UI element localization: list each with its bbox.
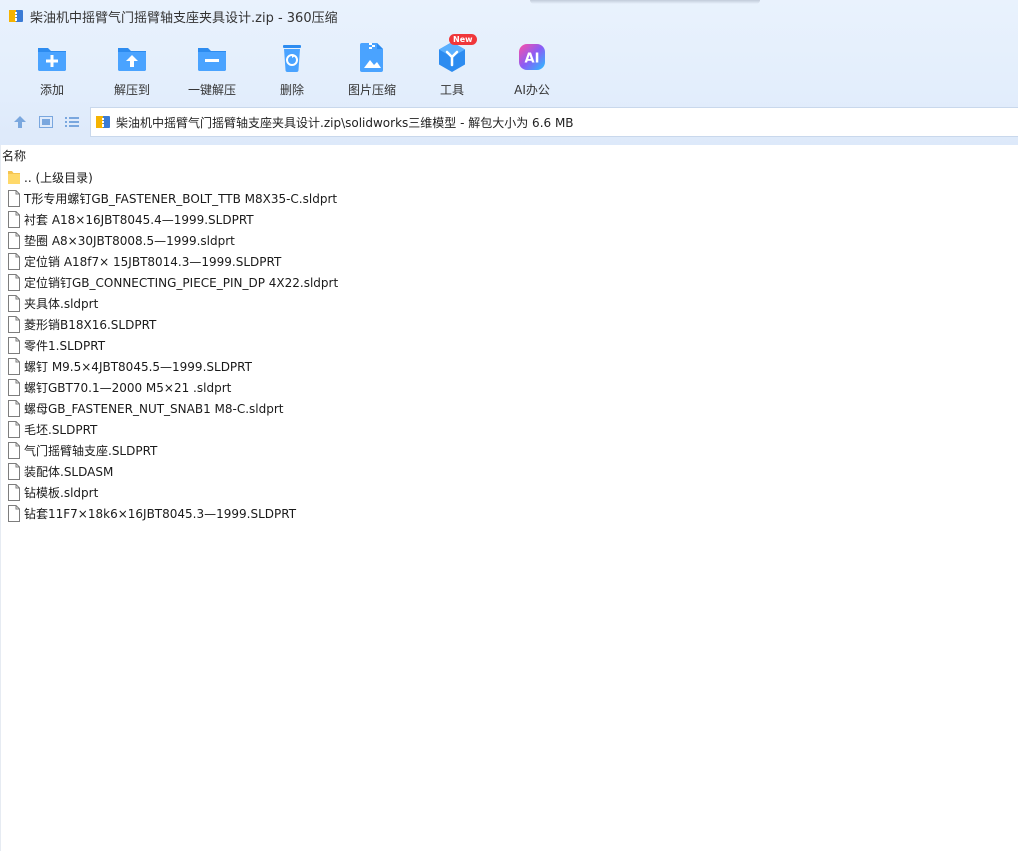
thumbnail-view-icon — [39, 116, 53, 128]
up-level-button[interactable] — [11, 113, 29, 131]
file-name: 衬套 A18×16JBT8045.4—1999.SLDPRT — [24, 213, 254, 227]
tools-icon — [439, 42, 465, 72]
file-row[interactable]: 气门摇臂轴支座.SLDPRT — [7, 440, 1017, 461]
list-view-button[interactable] — [63, 113, 81, 131]
extract-to-label: 解压到 — [113, 83, 150, 97]
file-row[interactable]: 定位销钉GB_CONNECTING_PIECE_PIN_DP 4X22.sldp… — [7, 272, 1017, 293]
file-icon — [8, 421, 20, 438]
file-name: 毛坯.SLDPRT — [24, 423, 98, 437]
thumbnail-view-button[interactable] — [37, 113, 55, 131]
delete-icon — [283, 45, 301, 72]
file-list-area: 名称 .. (上级目录) T形专用螺钉GB_FASTENER_BOLT_TTB M… — [0, 145, 1018, 851]
file-list: .. (上级目录) T形专用螺钉GB_FASTENER_BOLT_TTB M8X3… — [7, 167, 1017, 524]
toolbar: 添加 解压到 一键解压 删除 图片压缩 New 工具 AI AI办公 — [12, 34, 572, 98]
file-row[interactable]: 夹具体.sldprt — [7, 293, 1017, 314]
file-icon — [8, 337, 20, 354]
file-icon — [8, 295, 20, 312]
address-bar[interactable]: 柴油机中摇臂气门摇臂轴支座夹具设计.zip\solidworks三维模型 - 解… — [90, 107, 1018, 137]
parent-directory-row[interactable]: .. (上级目录) — [7, 167, 1017, 188]
archive-path: 柴油机中摇臂气门摇臂轴支座夹具设计.zip\solidworks三维模型 - 解… — [116, 115, 574, 130]
image-compress-button[interactable]: 图片压缩 — [332, 38, 412, 98]
arrow-up-icon — [14, 116, 26, 128]
image-compress-label: 图片压缩 — [347, 83, 396, 97]
file-row[interactable]: 螺母GB_FASTENER_NUT_SNAB1 M8-C.sldprt — [7, 398, 1017, 419]
file-name: 螺母GB_FASTENER_NUT_SNAB1 M8-C.sldprt — [24, 402, 284, 416]
one-click-extract-icon — [198, 48, 226, 71]
delete-button[interactable]: 删除 — [252, 38, 332, 98]
file-icon — [8, 253, 20, 270]
file-row[interactable]: 毛坯.SLDPRT — [7, 419, 1017, 440]
file-icon — [8, 232, 20, 249]
one-click-extract-button[interactable]: 一键解压 — [172, 38, 252, 98]
file-row[interactable]: 钻模板.sldprt — [7, 482, 1017, 503]
file-name: 定位销 A18f7× 15JBT8014.3—1999.SLDPRT — [24, 255, 282, 269]
file-row[interactable]: 衬套 A18×16JBT8045.4—1999.SLDPRT — [7, 209, 1017, 230]
file-name: 菱形销B18X16.SLDPRT — [24, 318, 157, 332]
file-row[interactable]: 装配体.SLDASM — [7, 461, 1017, 482]
window-chrome: 柴油机中摇臂气门摇臂轴支座夹具设计.zip - 360压缩 添加 解压到 一键解… — [0, 0, 1018, 145]
file-icon — [8, 211, 20, 228]
extract-to-button[interactable]: 解压到 — [92, 38, 172, 98]
file-name: 气门摇臂轴支座.SLDPRT — [24, 444, 158, 458]
add-icon — [38, 48, 66, 71]
navigation-row: 柴油机中摇臂气门摇臂轴支座夹具设计.zip\solidworks三维模型 - 解… — [0, 106, 1018, 138]
file-name: 螺钉 M9.5×4JBT8045.5—1999.SLDPRT — [24, 360, 252, 374]
file-row[interactable]: 定位销 A18f7× 15JBT8014.3—1999.SLDPRT — [7, 251, 1017, 272]
file-name: 定位销钉GB_CONNECTING_PIECE_PIN_DP 4X22.sldp… — [24, 276, 339, 290]
file-icon — [8, 400, 20, 417]
tools-icon-wrap: New — [435, 34, 477, 74]
file-name: 零件1.SLDPRT — [24, 339, 106, 353]
file-name: 夹具体.sldprt — [24, 297, 99, 311]
ai-office-button[interactable]: AI AI办公 — [492, 38, 572, 98]
file-icon — [8, 379, 20, 396]
file-icon — [8, 463, 20, 480]
tools-label: 工具 — [439, 83, 464, 97]
image-compress-icon — [360, 43, 383, 72]
tools-button[interactable]: New 工具 — [412, 34, 492, 98]
file-icon — [8, 190, 20, 207]
extract-to-icon — [118, 48, 146, 71]
folder-icon — [8, 171, 20, 184]
file-name: 钻套11F7×18k6×16JBT8045.3—1999.SLDPRT — [24, 507, 297, 521]
file-icon — [8, 505, 20, 522]
window-title: 柴油机中摇臂气门摇臂轴支座夹具设计.zip - 360压缩 — [30, 10, 338, 26]
title-bar: 柴油机中摇臂气门摇臂轴支座夹具设计.zip - 360压缩 — [0, 0, 1018, 32]
ai-office-icon: AI — [519, 44, 545, 70]
one-click-extract-label: 一键解压 — [187, 83, 236, 97]
file-name: 钻模板.sldprt — [24, 486, 99, 500]
file-row[interactable]: 菱形销B18X16.SLDPRT — [7, 314, 1017, 335]
file-name: T形专用螺钉GB_FASTENER_BOLT_TTB M8X35-C.sldpr… — [24, 192, 338, 206]
file-row[interactable]: 螺钉 M9.5×4JBT8045.5—1999.SLDPRT — [7, 356, 1017, 377]
file-name: 螺钉GBT70.1—2000 M5×21 .sldprt — [24, 381, 232, 395]
zip-archive-icon — [96, 116, 110, 128]
file-row[interactable]: 钻套11F7×18k6×16JBT8045.3—1999.SLDPRT — [7, 503, 1017, 524]
file-row[interactable]: T形专用螺钉GB_FASTENER_BOLT_TTB M8X35-C.sldpr… — [7, 188, 1017, 209]
file-name: 装配体.SLDASM — [24, 465, 114, 479]
file-icon — [8, 316, 20, 333]
add-button[interactable]: 添加 — [12, 38, 92, 98]
file-row[interactable]: 垫圈 A8×30JBT8008.5—1999.sldprt — [7, 230, 1017, 251]
list-view-icon — [65, 117, 79, 127]
column-header-name[interactable]: 名称 — [1, 147, 26, 165]
file-icon — [8, 484, 20, 501]
file-row[interactable]: 零件1.SLDPRT — [7, 335, 1017, 356]
add-label: 添加 — [39, 83, 64, 97]
ai-office-label: AI办公 — [514, 83, 550, 97]
file-name: .. (上级目录) — [24, 171, 93, 185]
file-name: 垫圈 A8×30JBT8008.5—1999.sldprt — [24, 234, 235, 248]
file-row[interactable]: 螺钉GBT70.1—2000 M5×21 .sldprt — [7, 377, 1017, 398]
file-icon — [8, 274, 20, 291]
file-icon — [8, 442, 20, 459]
svg-text:AI: AI — [525, 52, 540, 67]
file-icon — [8, 358, 20, 375]
new-badge: New — [449, 34, 477, 45]
zip-archive-icon — [9, 10, 23, 22]
delete-label: 删除 — [279, 83, 304, 97]
